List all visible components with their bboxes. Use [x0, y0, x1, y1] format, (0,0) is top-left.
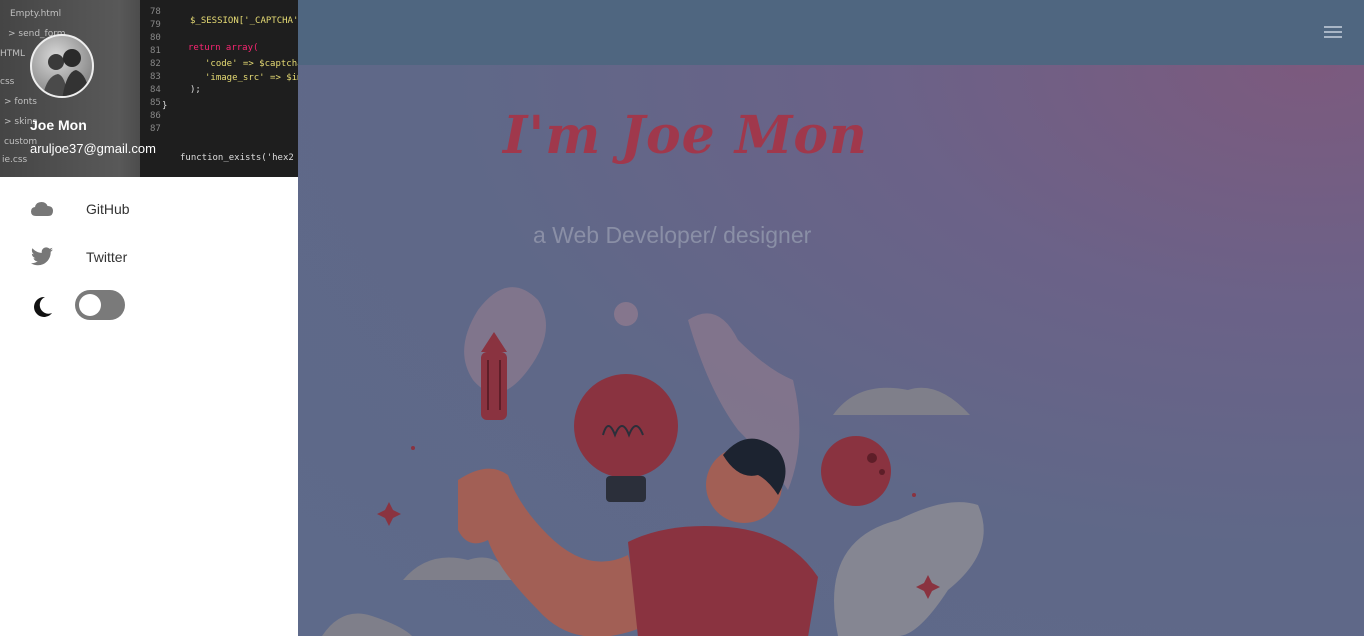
- user-name: Joe Mon: [30, 117, 87, 133]
- svg-text:);: );: [190, 85, 201, 95]
- theme-toggle-row: [0, 281, 298, 337]
- sidebar-item-label: Twitter: [86, 249, 128, 265]
- svg-text:'code' => $captcha: 'code' => $captcha: [205, 59, 298, 69]
- svg-text:$_SESSION['_CAPTCHA']: $_SESSION['_CAPTCHA']: [190, 16, 298, 26]
- svg-text:HTML: HTML: [0, 49, 25, 59]
- moon-icon: [30, 295, 54, 324]
- svg-text:function_exists('hex2: function_exists('hex2: [180, 153, 294, 163]
- svg-text:return array(: return array(: [188, 43, 258, 53]
- main-content: I'm Joe Mon a Web Developer/ designer: [298, 0, 1364, 636]
- svg-text:80: 80: [150, 33, 161, 43]
- toggle-knob: [79, 294, 101, 316]
- svg-text:}: }: [162, 101, 167, 111]
- sidebar-item-label: GitHub: [86, 201, 130, 217]
- svg-text:87: 87: [150, 124, 161, 134]
- svg-text:83: 83: [150, 72, 161, 82]
- hero-title: I'm Joe Mon: [503, 105, 868, 166]
- dark-mode-toggle[interactable]: [75, 290, 125, 320]
- svg-text:82: 82: [150, 59, 161, 69]
- cloud-icon: [30, 197, 54, 221]
- sidebar-header: 78 79 80 81 82 83 84 85 86 87 $_SESSION['_CAPT…: [0, 0, 298, 177]
- svg-text:css: css: [0, 77, 15, 87]
- svg-text:86: 86: [150, 111, 161, 121]
- sidebar-item-github[interactable]: GitHub: [0, 185, 298, 233]
- svg-text:Empty.html: Empty.html: [10, 9, 61, 19]
- sidebar-item-twitter[interactable]: Twitter: [0, 233, 298, 281]
- user-email: aruljoe37@gmail.com: [30, 141, 156, 156]
- top-bar: [298, 0, 1364, 65]
- svg-text:84: 84: [150, 85, 161, 95]
- hero-subtitle: a Web Developer/ designer: [533, 222, 812, 248]
- svg-text:78: 78: [150, 7, 161, 17]
- svg-text:> fonts: > fonts: [4, 97, 37, 107]
- hamburger-icon[interactable]: [1324, 26, 1342, 39]
- sidebar-nav: GitHub Twitter: [0, 177, 298, 281]
- page: 78 79 80 81 82 83 84 85 86 87 $_SESSION['_CAPT…: [0, 0, 1364, 636]
- svg-text:81: 81: [150, 46, 161, 56]
- svg-text:ie.css: ie.css: [2, 155, 28, 165]
- sidebar: 78 79 80 81 82 83 84 85 86 87 $_SESSION['_CAPT…: [0, 0, 298, 636]
- twitter-icon: [30, 245, 54, 269]
- svg-text:79: 79: [150, 20, 161, 30]
- svg-text:85: 85: [150, 98, 161, 108]
- hero-illustration: [322, 287, 984, 636]
- avatar: [30, 34, 94, 98]
- svg-text:'image_src' => $im: 'image_src' => $im: [205, 73, 298, 83]
